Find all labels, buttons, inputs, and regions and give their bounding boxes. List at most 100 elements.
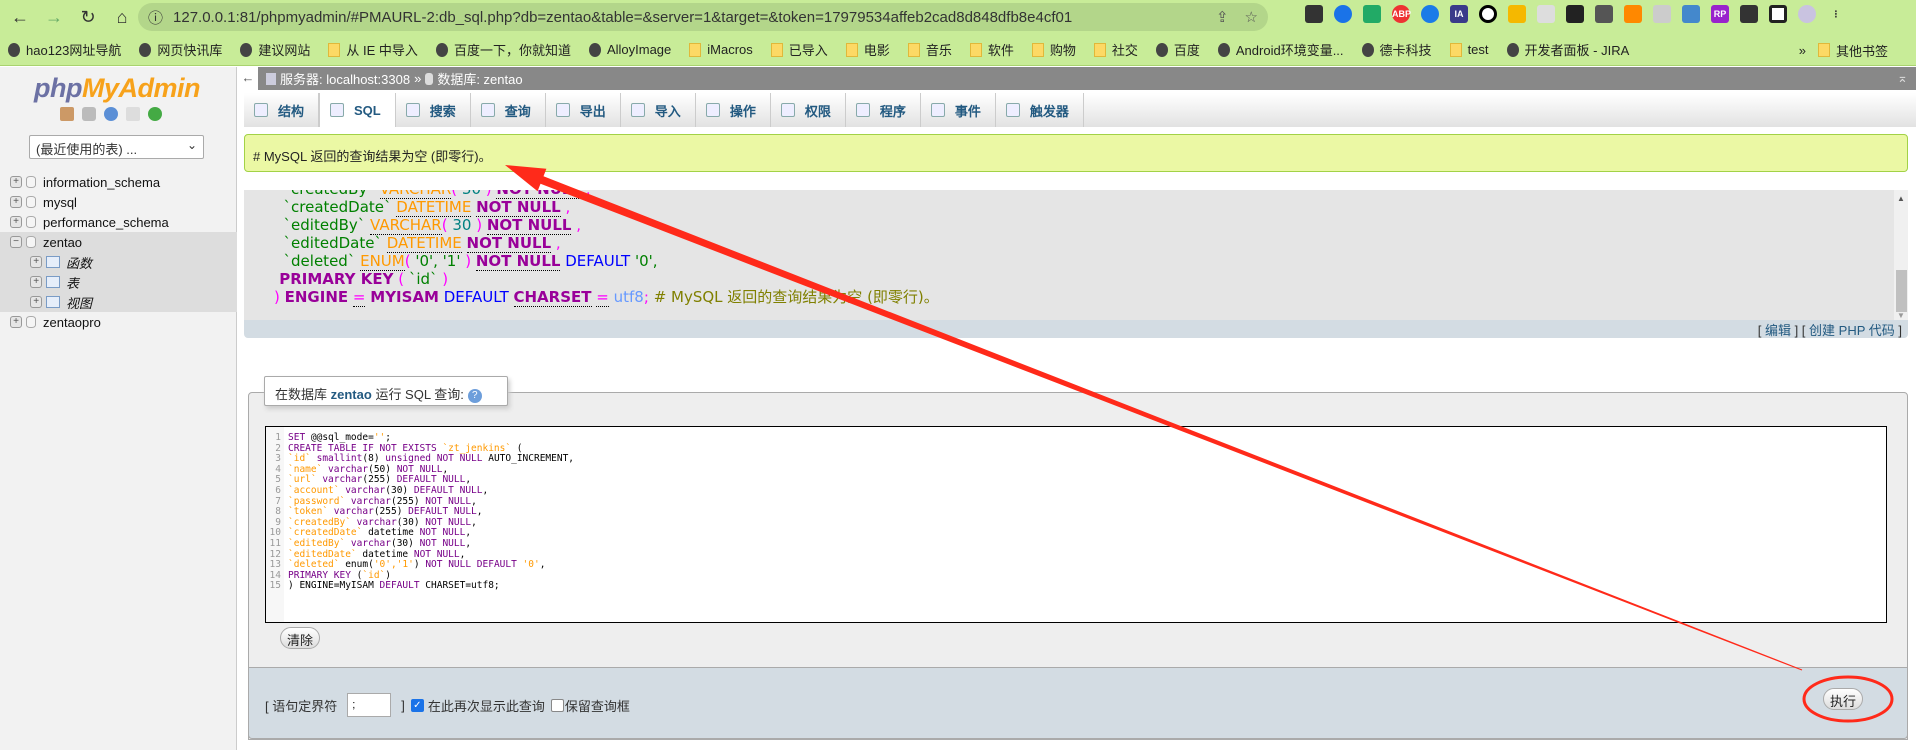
help-icon[interactable]: ? <box>467 388 482 403</box>
info-icon[interactable]: ⓘ <box>148 7 163 28</box>
show-again-label[interactable]: 在此再次显示此查询 <box>428 696 545 715</box>
extension-icon[interactable] <box>1421 5 1439 23</box>
bookmark-item[interactable]: 社交 <box>1093 40 1138 59</box>
bookmark-item[interactable]: hao123网址导航 <box>8 40 121 59</box>
db-name[interactable]: mysql <box>43 195 77 210</box>
show-again-checkbox[interactable]: ✓ <box>410 698 424 712</box>
extension-icon[interactable] <box>1363 5 1381 23</box>
tab-routines[interactable]: 程序 <box>846 93 921 127</box>
forward-icon[interactable]: → <box>40 7 68 28</box>
scroll-top-icon[interactable]: ⌅ <box>1897 70 1908 86</box>
tab-import[interactable]: 导入 <box>621 93 696 127</box>
tab-operations[interactable]: 操作 <box>696 93 771 127</box>
tab-export[interactable]: 导出 <box>546 93 621 127</box>
bookmark-item[interactable]: 从 IE 中导入 <box>328 40 418 59</box>
db-name[interactable]: zentaopro <box>43 315 101 330</box>
delimiter-input[interactable] <box>347 693 392 717</box>
scrollbar[interactable]: ▲ ▼ <box>1894 190 1908 320</box>
keep-box-label[interactable]: 保留查询框 <box>565 696 630 715</box>
tab-query[interactable]: 查询 <box>471 93 546 127</box>
db-node-zentao[interactable]: − zentao <box>0 232 237 252</box>
extension-icon[interactable] <box>1537 5 1555 23</box>
tab-triggers[interactable]: 触发器 <box>996 93 1084 127</box>
bookmark-item[interactable]: 百度一下，你就知道 <box>435 40 571 59</box>
tab-privileges[interactable]: 权限 <box>771 93 846 127</box>
scroll-up-icon[interactable]: ▲ <box>1897 194 1905 203</box>
db-child-node[interactable]: + 表 <box>0 272 237 292</box>
more-bookmarks-button[interactable]: » <box>1799 43 1806 58</box>
extension-icon[interactable] <box>1334 5 1352 23</box>
back-icon[interactable]: ← <box>6 7 34 28</box>
extension-icon[interactable] <box>1682 5 1700 23</box>
share-icon[interactable]: ⇪ <box>1216 8 1229 26</box>
expand-icon[interactable]: + <box>10 216 22 228</box>
bookmark-item[interactable]: 网页快讯库 <box>139 40 222 59</box>
breadcrumb-database[interactable]: 数据库: zentao <box>437 69 522 88</box>
db-node-mysql[interactable]: + mysql <box>0 192 237 212</box>
collapse-icon[interactable]: − <box>10 236 22 248</box>
extension-icon[interactable]: RP <box>1711 5 1729 23</box>
star-icon[interactable]: ☆ <box>1245 8 1258 26</box>
expand-icon[interactable]: + <box>30 256 42 268</box>
clear-button[interactable]: 清除 <box>280 627 321 649</box>
extension-icon[interactable] <box>1653 5 1671 23</box>
db-child-label[interactable]: 表 <box>66 273 79 292</box>
breadcrumb-server[interactable]: 服务器: localhost:3308 <box>280 69 410 88</box>
recent-tables-select[interactable]: (最近使用的表) ... ⌄ <box>29 135 204 159</box>
execute-button[interactable]: 执行 <box>1823 688 1864 710</box>
create-php-code-link[interactable]: 创建 PHP 代码 <box>1809 323 1895 338</box>
extension-icon[interactable]: IA <box>1450 5 1468 23</box>
db-node-zentaopro[interactable]: + zentaopro <box>0 312 237 332</box>
legend-db[interactable]: zentao <box>331 387 372 402</box>
bookmark-item[interactable]: 软件 <box>969 40 1014 59</box>
sql-query-editor[interactable]: 1 SET @@sql_mode=''; 2 CREATE TABLE IF NOT … <box>265 426 1887 623</box>
extension-icon[interactable] <box>1479 5 1497 23</box>
expand-icon[interactable]: + <box>10 176 22 188</box>
bookmark-item[interactable]: 百度 <box>1155 40 1200 59</box>
tab-sql[interactable]: SQL <box>319 93 396 127</box>
bookmark-item[interactable]: 开发者面板 - JIRA <box>1506 40 1629 59</box>
other-bookmarks[interactable]: 其他书签 <box>1817 41 1888 60</box>
tab-events[interactable]: 事件 <box>921 93 996 127</box>
docs-icon[interactable] <box>126 107 140 121</box>
refresh-icon[interactable] <box>148 107 162 121</box>
extension-icon[interactable] <box>1508 5 1526 23</box>
bookmark-item[interactable]: 德卡科技 <box>1361 40 1432 59</box>
extension-icon[interactable] <box>1595 5 1613 23</box>
logout-icon[interactable] <box>82 107 96 121</box>
db-name[interactable]: performance_schema <box>43 215 169 230</box>
scroll-down-icon[interactable]: ▼ <box>1897 311 1905 320</box>
expand-icon[interactable]: + <box>10 196 22 208</box>
help-icon[interactable] <box>104 107 118 121</box>
bookmark-item[interactable]: AlloyImage <box>588 42 671 57</box>
expand-icon[interactable]: + <box>10 316 22 328</box>
reload-icon[interactable]: ↻ <box>74 7 102 28</box>
extension-icon[interactable] <box>1566 5 1584 23</box>
menu-icon[interactable]: ⋮ <box>1827 5 1845 23</box>
bookmark-item[interactable]: 已导入 <box>770 40 828 59</box>
extension-icon[interactable] <box>1624 5 1642 23</box>
puzzle-icon[interactable] <box>1740 5 1758 23</box>
scrollbar-thumb[interactable] <box>1896 270 1907 312</box>
edit-link[interactable]: 编辑 <box>1765 323 1791 338</box>
tab-structure[interactable]: 结构 <box>244 93 320 127</box>
home-icon[interactable] <box>60 107 74 121</box>
db-child-node[interactable]: + 视图 <box>0 292 237 312</box>
extension-icon[interactable] <box>1305 5 1323 23</box>
db-child-label[interactable]: 函数 <box>66 253 92 272</box>
bookmark-item[interactable]: 音乐 <box>907 40 952 59</box>
db-name[interactable]: zentao <box>43 235 82 250</box>
address-bar[interactable]: ⓘ 127.0.0.1:81/phpmyadmin/#PMAURL-2:db_s… <box>138 3 1268 31</box>
bookmark-item[interactable]: 购物 <box>1031 40 1076 59</box>
sidepanel-icon[interactable] <box>1769 5 1787 23</box>
expand-icon[interactable]: + <box>30 296 42 308</box>
bookmark-item[interactable]: iMacros <box>689 42 753 57</box>
bookmark-item[interactable]: 建议网站 <box>240 40 310 59</box>
expand-icon[interactable]: + <box>30 276 42 288</box>
keep-box-checkbox[interactable] <box>550 698 564 712</box>
db-node-performance_schema[interactable]: + performance_schema <box>0 212 237 232</box>
collapse-nav-icon[interactable]: ← <box>238 67 258 90</box>
tab-search[interactable]: 搜索 <box>396 93 471 127</box>
db-child-label[interactable]: 视图 <box>66 293 92 312</box>
home-icon[interactable]: ⌂ <box>108 7 136 28</box>
